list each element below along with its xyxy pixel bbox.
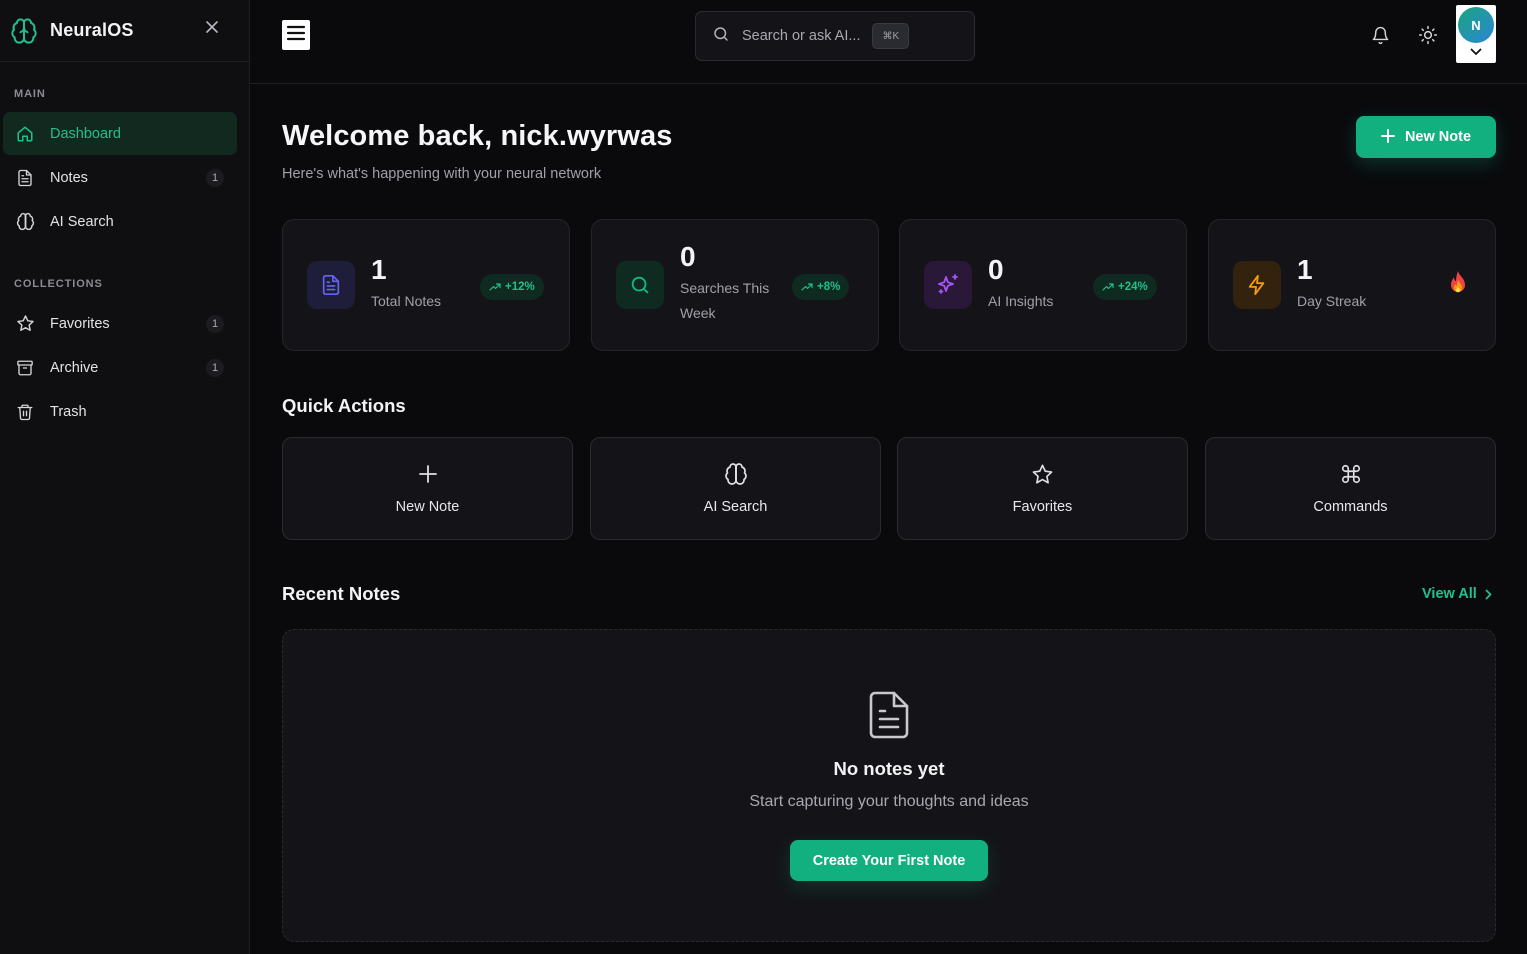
sidebar-item-label: Notes [50,169,88,186]
count-badge: 1 [206,359,224,377]
command-icon [1339,462,1363,486]
trend-badge: +8% [792,274,850,300]
sidebar-item-label: Dashboard [50,125,121,142]
fire-icon [1447,270,1471,298]
new-note-label: New Note [1404,129,1472,145]
stat-label: AI Insights [988,293,1054,309]
sidebar-item-favorites[interactable]: Favorites 1 [3,302,237,345]
quick-action-new-note[interactable]: New Note [282,437,573,540]
bell-icon[interactable] [1369,24,1391,46]
quick-action-commands[interactable]: Commands [1205,437,1496,540]
quick-action-label: Commands [1313,499,1388,515]
sidebar-item-dashboard[interactable]: Dashboard [3,112,237,155]
new-note-button[interactable]: New Note [1356,116,1496,158]
sidebar-item-archive[interactable]: Archive 1 [3,346,237,389]
trend-value: +8% [817,281,841,293]
stat-label: Total Notes [371,293,442,309]
sidebar: NeuralOS MAIN Dashboard Notes 1 AI Searc… [0,0,250,954]
star-icon [15,314,35,334]
sidebar-item-label: Favorites [50,315,110,332]
search-placeholder: Search or ask AI... [742,28,861,44]
user-menu-button[interactable]: N [1456,5,1496,63]
quick-action-label: New Note [395,499,460,515]
trending-up-icon [801,283,813,291]
stat-value: 0 [988,254,1004,285]
trending-up-icon [1102,283,1114,291]
hamburger-icon [286,24,306,47]
star-icon [1031,462,1055,486]
stat-card-day-streak: 1 Day Streak [1208,219,1496,351]
archive-icon [15,358,35,378]
stat-label: Searches This Week [680,280,770,321]
file-text-icon [307,261,355,309]
brand-header: NeuralOS [0,0,249,62]
sidebar-item-trash[interactable]: Trash [3,390,237,433]
quick-actions-heading: Quick Actions [282,395,406,416]
stat-card-ai-insights: 0 AI Insights +24% [899,219,1187,351]
sidebar-item-label: Trash [50,403,87,420]
quick-action-label: Favorites [1012,499,1073,515]
search-input[interactable]: Search or ask AI... ⌘K [695,11,975,61]
zap-icon [1233,261,1281,309]
menu-toggle-button[interactable] [282,20,310,50]
stat-label: Day Streak [1297,293,1367,309]
brain-icon [15,212,35,232]
trend-badge: +24% [1093,274,1157,300]
main-content: Welcome back, nick.wyrwas Here's what's … [250,84,1527,954]
count-badge: 1 [206,315,224,333]
create-first-note-button[interactable]: Create Your First Note [790,840,988,881]
brain-icon [10,17,38,45]
shortcut-hint: ⌘K [872,23,910,49]
count-badge: 1 [206,169,224,187]
close-sidebar-button[interactable] [201,16,223,38]
empty-title: No notes yet [833,758,945,779]
search-icon [712,25,730,48]
trash-icon [15,402,35,422]
search-icon [616,261,664,309]
trending-up-icon [489,283,501,291]
section-label-main: MAIN [14,88,46,100]
stat-value: 1 [1297,254,1313,285]
sidebar-item-notes[interactable]: Notes 1 [3,156,237,199]
stat-value: 0 [680,241,696,272]
sidebar-item-label: Archive [50,359,99,376]
view-all-label: View All [1422,586,1477,602]
sparkles-icon [924,261,972,309]
section-label-collections: COLLECTIONS [14,278,103,290]
quick-action-label: AI Search [703,499,768,515]
page-title: Welcome back, nick.wyrwas [282,120,673,152]
view-all-link[interactable]: View All [1422,586,1492,602]
brand-name: NeuralOS [50,20,134,40]
recent-notes-heading: Recent Notes [282,583,401,604]
sidebar-item-ai-search[interactable]: AI Search [3,200,237,243]
sidebar-item-label: AI Search [50,213,114,230]
plus-icon [416,462,440,486]
file-text-icon [15,168,35,188]
brain-icon [724,462,748,486]
page-subtitle: Here's what's happening with your neural… [282,166,602,182]
avatar: N [1458,7,1494,43]
trend-badge: +12% [480,274,544,300]
file-text-icon [867,690,911,740]
quick-action-favorites[interactable]: Favorites [897,437,1188,540]
trend-value: +12% [505,281,535,293]
home-icon [15,124,35,144]
chevron-right-icon [1485,589,1492,599]
stat-value: 1 [371,254,387,285]
empty-subtitle: Start capturing your thoughts and ideas [749,793,1029,810]
quick-action-ai-search[interactable]: AI Search [590,437,881,540]
stat-card-total-notes: 1 Total Notes +12% [282,219,570,351]
sun-icon[interactable] [1417,24,1439,46]
chevron-down-icon [1468,45,1484,59]
top-bar: Search or ask AI... ⌘K N [250,0,1527,84]
plus-icon [1380,127,1395,147]
empty-state: No notes yet Start capturing your though… [282,629,1496,942]
stat-card-searches: 0 Searches This Week +8% [591,219,879,351]
trend-value: +24% [1118,281,1148,293]
